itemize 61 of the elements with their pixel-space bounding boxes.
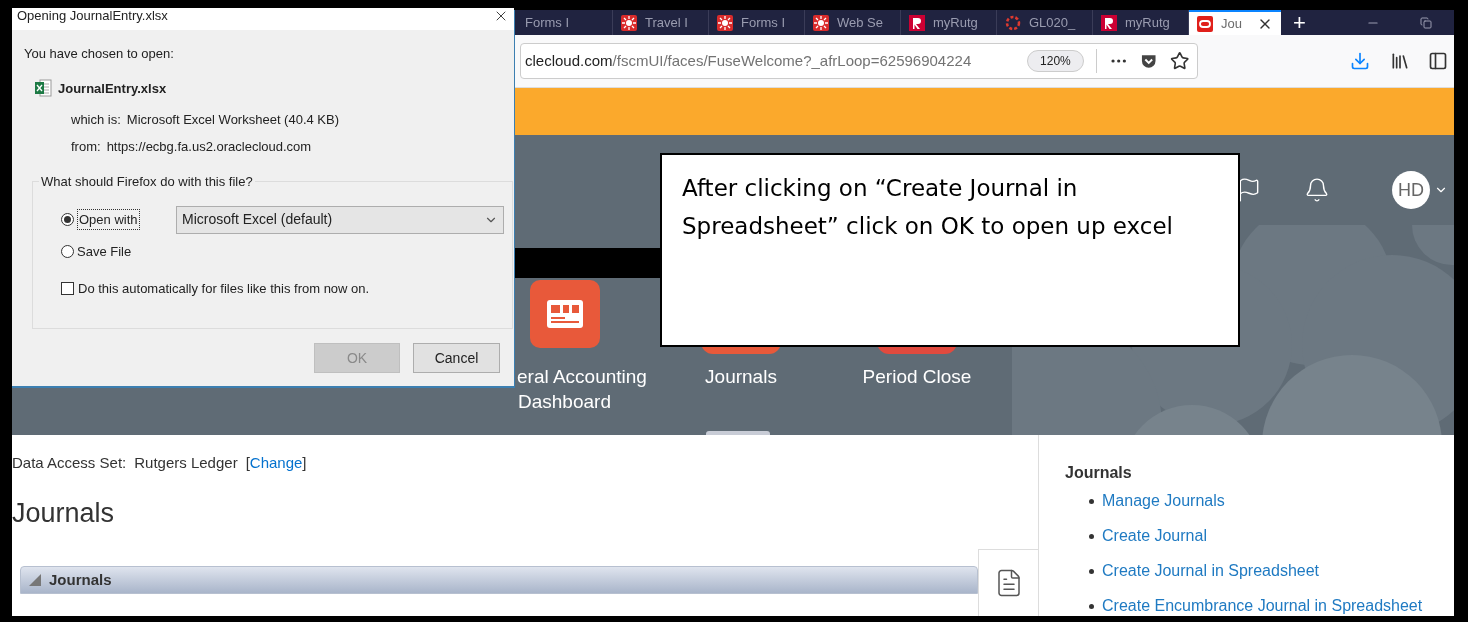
bracket-text: [ [245,453,250,473]
oracle-icon [1197,15,1213,32]
bell-icon[interactable] [1304,177,1330,203]
type-label: which is: [71,111,121,129]
dotted-ring-icon [1005,14,1021,31]
app-label: Period Close [862,365,972,389]
collapse-triangle-icon[interactable] [29,574,41,586]
dashboard-icon [546,299,584,329]
panel-tab[interactable] [978,549,1038,616]
task-link[interactable]: Manage Journals [1102,489,1225,513]
tasks-heading: Journals [1065,463,1133,483]
sunburst-icon [717,14,733,31]
app-label: Journals [705,365,777,389]
r-logo-icon [1101,14,1117,31]
new-tab-button[interactable]: + [1281,10,1318,35]
task-link[interactable]: Create Encumbrance Journal in Spreadsheet [1102,594,1423,616]
task-link[interactable]: Create Journal [1102,524,1207,548]
app-tile[interactable]: eral Accounting Dashboard [517,280,653,414]
bullet-icon [1089,498,1094,504]
intro-text: You have chosen to open: [24,45,175,63]
radio-button[interactable] [61,244,74,258]
pocket-icon[interactable] [1140,52,1158,70]
file-name: JournalEntry.xlsx [58,79,167,98]
zoom-badge[interactable]: 120% [1027,50,1084,72]
url-text: clecloud.com/fscmUI/faces/FuseWelcome?_afrLoop=62596904224 [525,50,973,71]
app-label: Dashboard [517,390,611,414]
r-logo-icon [909,14,925,31]
restore-icon[interactable] [1420,16,1432,29]
application-select[interactable]: Microsoft Excel (default) [176,205,504,234]
radio-button[interactable] [61,213,74,226]
browser-tab[interactable]: Jou [1189,10,1281,35]
auto-checkbox-option[interactable]: Do this automatically for files like this from now on. [61,279,504,299]
radio-option[interactable]: Save File [61,241,504,261]
spreadsheet-file-icon [34,79,52,98]
sunburst-icon [813,14,829,31]
panel-header[interactable]: Journals [20,566,978,594]
address-field[interactable]: clecloud.com/fscmUI/faces/FuseWelcome?_afrLoop=62596904224 120% [520,43,1198,79]
dialog-title: Opening JournalEntry.xlsx [17,8,168,24]
from-value: https://ecbg.fa.us2.oraclecloud.com [106,137,312,156]
from-label: from: [71,137,101,156]
avatar[interactable]: HD [1392,171,1430,209]
sunburst-icon [621,14,637,31]
bullet-icon [1089,568,1094,574]
page-title: Journals [12,496,116,530]
change-link[interactable]: Change [249,452,303,475]
download-icon[interactable] [1350,51,1370,71]
access-value: Rutgers Ledger [134,453,238,473]
type-value: Microsoft Excel Worksheet (40.4 KB) [126,111,340,129]
access-label: Data Access Set: [12,453,127,473]
group-label: What should Firefox do with this file? [40,173,254,191]
bracket-text: ] [302,453,307,473]
dialog-button[interactable]: Cancel [413,343,500,373]
app-label: eral Accounting [517,365,647,389]
bookmark-star-icon[interactable] [1169,51,1189,71]
library-icon[interactable] [1390,51,1410,71]
bullet-icon [1089,533,1094,539]
callout-text: After clicking on “Create Journal in Spreadsheet” click on OK to open up excel [682,174,1174,241]
bullet-icon [1089,603,1094,609]
checkbox[interactable] [61,282,74,296]
task-link[interactable]: Create Journal in Spreadsheet [1102,559,1320,583]
sidebar-icon[interactable] [1428,51,1448,71]
